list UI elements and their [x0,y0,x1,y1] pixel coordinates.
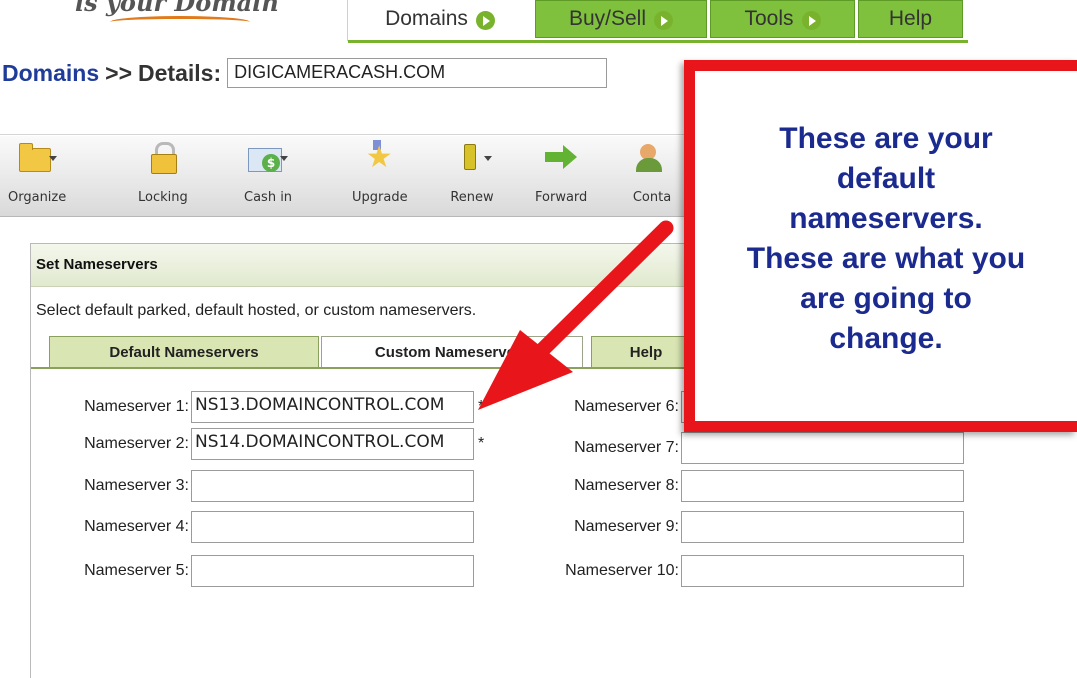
nav-tab-domains[interactable]: Domains [350,0,530,38]
domain-toolbar: Organize Locking $ Cash in ★ Upgrade Ren… [0,136,700,217]
renew-icon [450,140,494,176]
nameserver-row: Nameserver 5: [31,555,474,587]
tab-default-nameservers[interactable]: Default Nameservers [49,336,319,368]
toolbar-label: Organize [8,190,67,205]
required-marker: * [478,398,485,415]
toolbar-label: Locking [138,190,188,205]
toolbar-label: Renew [450,190,494,205]
nav-tab-label: Buy/Sell [568,7,647,30]
divider [0,134,700,135]
nameserver-row: Nameserver 9: [501,511,964,543]
nameserver-row: Nameserver 4: [31,511,474,543]
nameserver-label: Nameserver 9: [574,518,679,535]
nav-tab-help[interactable]: Help [858,0,963,38]
nav-tab-label: Domains [385,7,468,30]
callout-line: are going to [800,282,972,315]
nameserver-5-input[interactable] [191,555,474,587]
toolbar-label: Conta [632,190,672,205]
nameserver-row: Nameserver 3: [31,470,474,502]
nameserver-2-input[interactable]: NS14.DOMAINCONTROL.COM [191,428,474,460]
nav-tab-tools[interactable]: Tools [710,0,855,38]
toolbar-label: Upgrade [352,190,408,205]
required-marker: * [478,435,485,452]
forward-button[interactable]: Forward [535,140,587,205]
logo-text: ls your Domain [75,0,279,17]
nameserver-label: Nameserver 6: [574,398,679,415]
breadcrumb-page: Details: [138,59,222,86]
cash-in-button[interactable]: $ Cash in [244,140,292,205]
toolbar-label: Cash in [244,190,293,205]
renew-button[interactable]: Renew [450,140,494,205]
callout-line: default [836,162,936,195]
contact-icon [630,140,674,176]
folder-icon [15,140,59,176]
contact-button[interactable]: Conta [630,140,674,205]
nav-tab-label: Help [888,7,933,30]
site-logo[interactable]: ls your Domain [0,0,348,41]
nameserver-row: Nameserver 8: [501,470,964,502]
callout-line: change. [829,322,943,355]
organize-button[interactable]: Organize [8,140,66,205]
panel-title: Set Nameservers [36,256,158,273]
annotation-callout: These are your default nameservers. Thes… [684,60,1077,432]
nameserver-9-input[interactable] [681,511,964,543]
nameserver-row: Nameserver 1: NS13.DOMAINCONTROL.COM * [31,391,484,423]
callout-line: nameservers. [789,202,983,235]
lock-icon [141,140,185,176]
nameserver-row: Nameserver 7: [501,432,964,464]
callout-text: These are your default nameservers. Thes… [695,119,1077,359]
nameserver-label: Nameserver 4: [84,518,189,535]
nameserver-label: Nameserver 1: [84,398,189,415]
logo-swoosh [110,16,250,28]
nameserver-3-input[interactable] [191,470,474,502]
nameserver-10-input[interactable] [681,555,964,587]
nameserver-label: Nameserver 10: [565,562,679,579]
nameserver-label: Nameserver 8: [574,477,679,494]
callout-line: These are what you [746,242,1026,275]
nameserver-1-input[interactable]: NS13.DOMAINCONTROL.COM [191,391,474,423]
play-arrow-icon [654,10,674,30]
breadcrumb: Domains >> Details: DIGICAMERACASH.COM [2,58,608,88]
nameserver-row: Nameserver 10: [501,555,964,587]
nameserver-4-input[interactable] [191,511,474,543]
nameserver-label: Nameserver 5: [84,562,189,579]
tab-custom-nameservers[interactable]: Custom Nameservers [321,336,583,368]
nameserver-row: Nameserver 2: NS14.DOMAINCONTROL.COM * [31,428,484,460]
nameserver-8-input[interactable] [681,470,964,502]
cash-icon: $ [246,140,290,176]
panel-description: Select default parked, default hosted, o… [36,302,477,319]
nameserver-label: Nameserver 7: [574,439,679,456]
upgrade-button[interactable]: ★ Upgrade [352,140,408,205]
nameserver-7-input[interactable] [681,432,964,464]
callout-line: These are your [779,122,993,155]
domain-name-field[interactable]: DIGICAMERACASH.COM [227,58,608,88]
play-arrow-icon [475,10,495,30]
divider [347,0,348,41]
forward-arrow-icon [539,140,583,176]
nav-underline [348,40,968,43]
play-arrow-icon [801,10,821,30]
toolbar-label: Forward [535,190,588,205]
breadcrumb-separator: >> [105,59,133,86]
star-icon: ★ [365,140,393,175]
nav-tab-buy-sell[interactable]: Buy/Sell [535,0,707,38]
breadcrumb-domains-link[interactable]: Domains [2,60,99,87]
nameserver-label: Nameserver 3: [84,477,189,494]
locking-button[interactable]: Locking [138,140,188,205]
nav-tab-label: Tools [744,7,794,30]
nameserver-label: Nameserver 2: [84,435,189,452]
